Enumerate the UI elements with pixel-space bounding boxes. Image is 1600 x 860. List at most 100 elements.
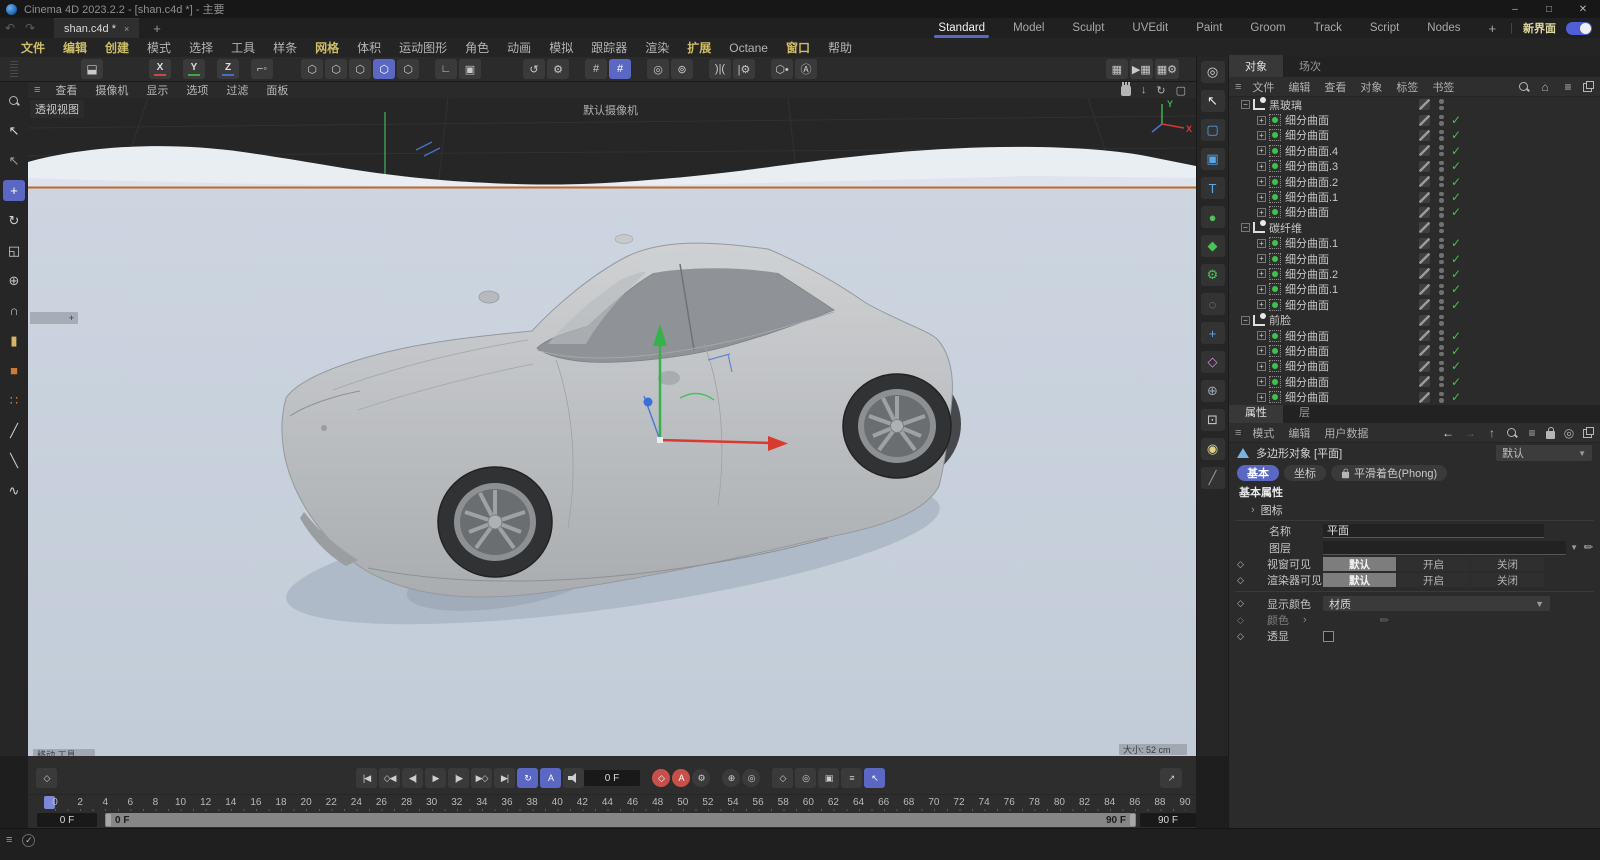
snapshot-button[interactable]: ↖	[864, 768, 885, 788]
om-home-icon[interactable]: ⌂	[1537, 80, 1553, 94]
dots-tool-icon[interactable]: ∷	[3, 390, 25, 411]
xray-checkbox[interactable]	[1323, 631, 1334, 642]
light-icon[interactable]: ◉	[1201, 438, 1225, 460]
visibility-dots-icon[interactable]	[1439, 192, 1444, 203]
close-button[interactable]: ✕	[1566, 0, 1600, 18]
enabled-check-icon[interactable]: ✓	[1451, 390, 1461, 404]
document-tab[interactable]: shan.c4d * ×	[54, 18, 139, 38]
key-parameter-button[interactable]: ≡	[841, 768, 862, 788]
lock-z-axis-button[interactable]: Z	[217, 59, 239, 79]
am-menu-userdata[interactable]: 用户数据	[1317, 425, 1375, 441]
goto-start-button[interactable]: |◀	[356, 768, 377, 788]
workspace-tab-nodes[interactable]: Nodes	[1413, 18, 1474, 38]
visibility-dots-icon[interactable]	[1439, 222, 1444, 233]
record-position-button[interactable]: ⊕	[722, 769, 740, 787]
visibility-dots-icon[interactable]	[1439, 207, 1444, 218]
om-menu-书签[interactable]: 书签	[1425, 79, 1461, 95]
tree-row[interactable]: −黑玻璃	[1229, 97, 1600, 112]
visibility-dots-icon[interactable]	[1439, 145, 1444, 156]
viewport-menu-选项[interactable]: 选项	[177, 82, 217, 98]
workspace-tab-model[interactable]: Model	[999, 18, 1058, 38]
am-forward-icon[interactable]: →	[1462, 426, 1478, 440]
range-slider[interactable]: 0 F 90 F	[105, 813, 1136, 827]
text-tool-icon[interactable]: T	[1201, 177, 1225, 199]
viewport-menu-显示[interactable]: 显示	[137, 82, 177, 98]
om-filter-icon[interactable]: ≡	[1560, 80, 1576, 94]
axis-icon[interactable]: +	[1201, 322, 1225, 344]
tab-takes[interactable]: 场次	[1283, 55, 1337, 77]
menu-文件[interactable]: 文件	[12, 39, 54, 56]
menu-模拟[interactable]: 模拟	[540, 39, 582, 56]
key-diamond-icon[interactable]: ◇	[1237, 575, 1244, 586]
expander-icon[interactable]: +	[1257, 377, 1266, 386]
option-off[interactable]: 关闭	[1471, 557, 1544, 571]
key-diamond-icon[interactable]: ◇	[1237, 631, 1244, 642]
enabled-check-icon[interactable]: ✓	[1451, 113, 1461, 127]
texture-mode-button[interactable]: ⬡	[397, 59, 419, 79]
layer-toggle-icon[interactable]	[1419, 130, 1430, 141]
maximize-button[interactable]: □	[1532, 0, 1566, 18]
option-on[interactable]: 开启	[1397, 573, 1470, 587]
toggle-view-icon[interactable]: ▢	[1176, 84, 1186, 97]
play-button[interactable]: ▶	[425, 768, 446, 788]
am-up-icon[interactable]: ↑	[1484, 426, 1500, 440]
om-search-icon[interactable]	[1518, 81, 1530, 93]
key-position-button[interactable]: ◇	[772, 768, 793, 788]
layer-toggle-icon[interactable]	[1419, 299, 1430, 310]
menu-编辑[interactable]: 编辑	[54, 39, 96, 56]
expander-icon[interactable]: +	[1257, 177, 1266, 186]
section-tab-坐标[interactable]: 坐标	[1284, 465, 1326, 481]
menu-网格[interactable]: 网格	[306, 39, 348, 56]
auto-mode-button[interactable]: Ⓐ	[795, 59, 817, 79]
expander-icon[interactable]: +	[1257, 116, 1266, 125]
layer-toggle-icon[interactable]	[1419, 207, 1430, 218]
tweak-mode-button[interactable]: ▣	[459, 59, 481, 79]
prev-frame-button[interactable]: ◀|	[402, 768, 423, 788]
visibility-dots-icon[interactable]	[1439, 315, 1444, 326]
keyframe-settings-button[interactable]: ⚙	[692, 769, 710, 787]
key-diamond-icon[interactable]: ◇	[1237, 559, 1244, 570]
visibility-dots-icon[interactable]	[1439, 392, 1444, 403]
globe-icon[interactable]: ⊕	[1201, 380, 1225, 402]
enable-axis-button[interactable]: ↺	[523, 59, 545, 79]
menu-模式[interactable]: 模式	[138, 39, 180, 56]
zoom-view-icon[interactable]: ↓	[1141, 84, 1147, 96]
visibility-dots-icon[interactable]	[1439, 361, 1444, 372]
key-scale-button[interactable]: ▣	[818, 768, 839, 788]
close-tab-icon[interactable]: ×	[124, 24, 129, 34]
knife-icon[interactable]: ╱	[3, 420, 25, 441]
range-start-field[interactable]: 0 F	[37, 813, 97, 827]
autokey-range-button[interactable]: A	[540, 768, 561, 788]
menu-创建[interactable]: 创建	[96, 39, 138, 56]
color-picker-icon[interactable]: ✐	[1376, 612, 1392, 628]
coordinate-system-button[interactable]: ⌐◦	[251, 59, 273, 79]
am-popout-icon[interactable]	[1583, 427, 1594, 438]
shield-pen-icon[interactable]: ╱	[1201, 467, 1225, 489]
name-input[interactable]: 平面	[1323, 524, 1544, 538]
workplane-button[interactable]: ∟	[435, 59, 457, 79]
tree-row[interactable]: +细分曲面✓	[1229, 128, 1600, 143]
am-menu-icon[interactable]: ≡	[1235, 427, 1245, 439]
am-search-icon[interactable]	[1506, 427, 1518, 439]
view-label[interactable]: 透视视图	[30, 100, 84, 118]
rotate-tool-icon[interactable]: ↻	[3, 210, 25, 231]
menu-跟踪器[interactable]: 跟踪器	[582, 39, 636, 56]
expander-icon[interactable]: +	[1257, 331, 1266, 340]
tree-row[interactable]: −碳纤维	[1229, 220, 1600, 235]
scale-tool-icon[interactable]: ◱	[3, 240, 25, 261]
enabled-check-icon[interactable]: ✓	[1451, 282, 1461, 296]
render-view-button[interactable]: ▦	[1106, 59, 1128, 79]
tree-row[interactable]: +细分曲面.1✓	[1229, 282, 1600, 297]
tree-row[interactable]: +细分曲面✓	[1229, 343, 1600, 358]
preset-dropdown[interactable]: 默认 ▼	[1496, 445, 1592, 461]
tree-row[interactable]: +细分曲面.3✓	[1229, 159, 1600, 174]
om-menu-标签[interactable]: 标签	[1389, 79, 1425, 95]
am-target-icon[interactable]: ◎	[1561, 426, 1577, 440]
enabled-check-icon[interactable]: ✓	[1451, 236, 1461, 250]
enabled-check-icon[interactable]: ✓	[1451, 205, 1461, 219]
tree-row[interactable]: +细分曲面✓	[1229, 374, 1600, 389]
menu-扩展[interactable]: 扩展	[678, 39, 720, 56]
layer-toggle-icon[interactable]	[1419, 345, 1430, 356]
cursor-icon[interactable]: ↖	[1201, 90, 1225, 112]
autokey-button[interactable]: A	[672, 769, 690, 787]
